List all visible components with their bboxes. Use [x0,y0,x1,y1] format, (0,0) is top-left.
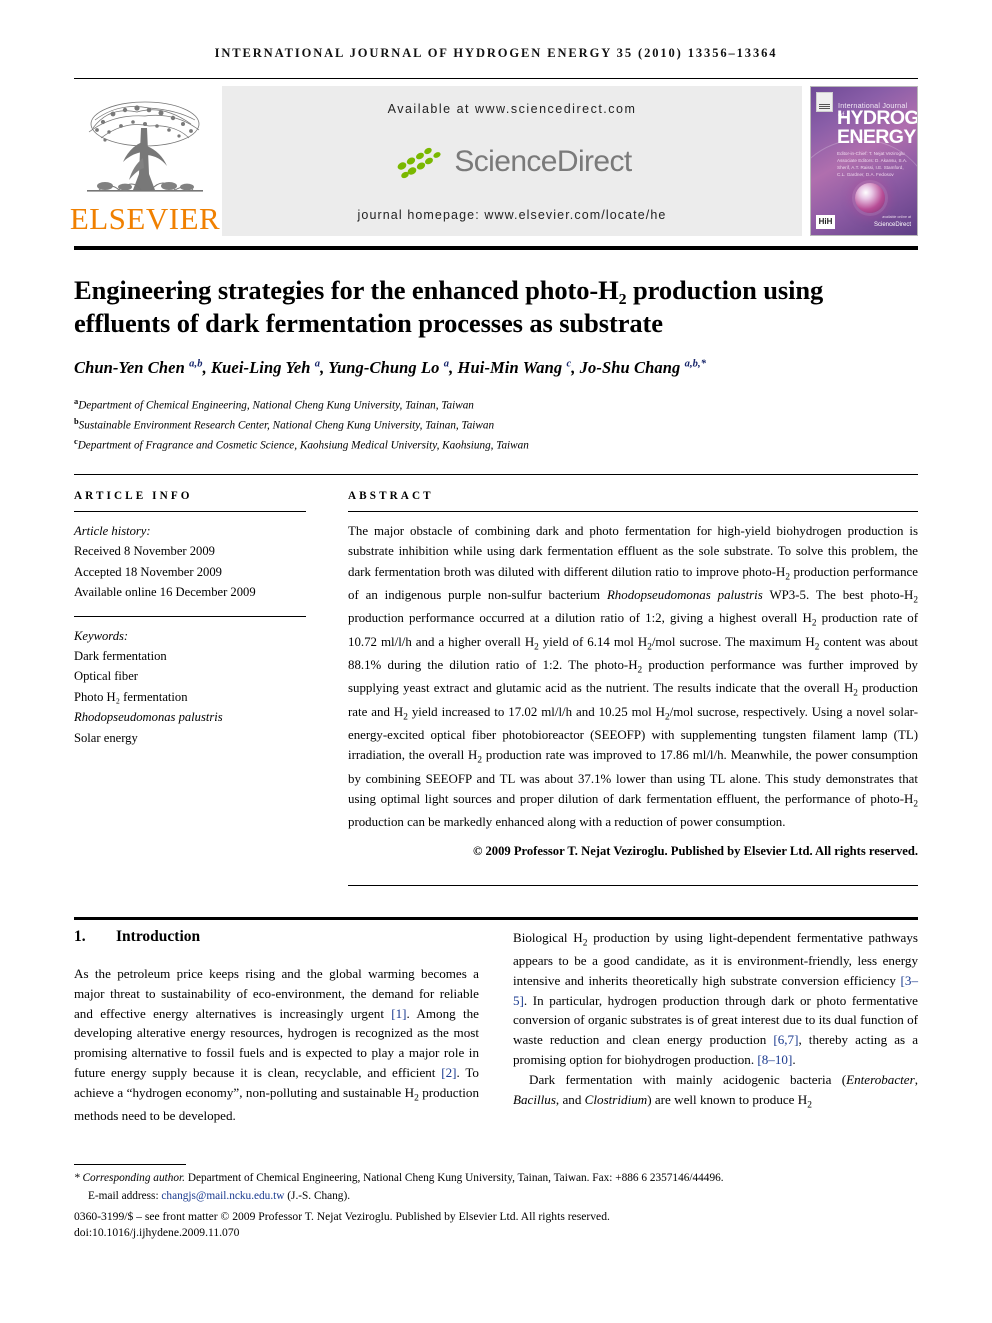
sciencedirect-wordmark: ScienceDirect [454,145,632,178]
abstract-divider [348,511,918,512]
article-history: Article history: Received 8 November 200… [74,521,306,603]
article-page: international journal of hydrogen energy… [0,0,992,1323]
masthead: ELSEVIER Available at www.sciencedirect.… [70,86,918,236]
page-title: Engineering strategies for the enhanced … [74,274,824,338]
cover-editors: Editor-in-Chief: T. Nejat Veziroglu Asso… [837,151,908,177]
cover-sciencedirect-caption: available online at [882,215,911,219]
article-info-divider [74,511,306,512]
running-head: international journal of hydrogen energy… [214,46,778,60]
keywords-label: Keywords: [74,628,129,643]
issn-line: 0360-3199/$ – see front matter © 2009 Pr… [74,1209,610,1223]
affiliation-list: aDepartment of Chemical Engineering, Nat… [74,395,918,455]
section-number: 1. [74,928,86,945]
email-label: E-mail address: [88,1190,159,1203]
article-info-heading: ARTICLE INFO [74,490,193,502]
journal-cover-thumbnail: International Journal of HYDROGEN ENERGY… [810,86,918,236]
keyword-item: Optical fiber [74,669,138,684]
section-title: Introduction [116,928,201,945]
keywords-list: Keywords: Dark fermentation Optical fibe… [74,626,306,748]
keywords-divider [74,615,306,617]
cover-line-hydrogen: HYDROGEN [837,107,918,129]
body-columns: 1. Introduction As the petroleum price k… [74,928,918,1126]
keyword-item: Dark fermentation [74,648,167,663]
cover-line-energy: ENERGY [837,126,916,148]
abstract-heading: ABSTRACT [348,490,434,502]
email-note: E-mail address: changjs@mail.ncku.edu.tw… [74,1188,918,1204]
email-link[interactable]: changjs@mail.ncku.edu.tw [161,1190,284,1202]
journal-homepage-text[interactable]: journal homepage: www.elsevier.com/locat… [358,208,667,222]
abstract-copyright: © 2009 Professor T. Nejat Veziroglu. Pub… [472,843,918,858]
cover-hih-logo: HiH [816,215,835,229]
abstract-text: The major obstacle of combining dark and… [348,524,919,830]
footnote-rule [74,1164,186,1165]
affiliation-text: Sustainable Environment Research Center,… [78,419,495,432]
cover-sciencedirect-mark: ScienceDirect [873,222,911,228]
affiliation-text: Department of Fragrance and Cosmetic Sci… [77,439,529,452]
corresponding-author-note: * Corresponding author. Department of Ch… [74,1172,724,1184]
sciencedirect-logo[interactable]: ScienceDirect [392,142,632,182]
affiliation-item: bSustainable Environment Research Center… [74,415,918,435]
cover-elsevier-mark [816,92,833,112]
sciencedirect-banner: Available at www.sciencedirect.com Scien… [222,86,802,236]
abstract-column: ABSTRACT The major obstacle of combining… [348,490,918,859]
section-heading: 1. Introduction [74,928,479,946]
affiliation-item: cDepartment of Fragrance and Cosmetic Sc… [74,435,918,455]
body-column-right: Biological H2 production by using light-… [513,928,918,1126]
abstract-section-rule [74,474,918,475]
keyword-item: Rhodopseudomonas palustris [74,710,223,725]
body-rule [74,917,918,920]
elsevier-tree-icon [87,101,203,192]
affiliation-item: aDepartment of Chemical Engineering, Nat… [74,395,918,415]
article-history-label: Article history: [74,524,151,538]
elsevier-logo[interactable]: ELSEVIER [70,86,220,236]
title-rule [74,246,918,250]
intro-paragraph-left: As the petroleum price keeps rising and … [74,966,479,1123]
affiliation-text: Department of Chemical Engineering, Nati… [78,399,474,412]
intro-paragraph-right-2: Dark fermentation with mainly acidogenic… [513,1071,918,1111]
history-item: Accepted 18 November 2009 [74,564,222,579]
available-at-text: Available at www.sciencedirect.com [387,102,637,116]
author-list: Chun-Yen Chen a,b, Kuei-Ling Yeh a, Yung… [74,358,707,377]
cover-sphere-graphic [855,183,885,213]
footnote-block: * Corresponding author. Department of Ch… [74,1170,918,1242]
keyword-item: Photo H₂ fermentation [74,689,188,704]
keyword-item: Solar energy [74,730,138,745]
elsevier-wordmark: ELSEVIER [69,201,221,236]
header-rule [74,78,918,79]
abstract-end-rule [348,885,918,886]
body-column-left: 1. Introduction As the petroleum price k… [74,928,479,1126]
sciencedirect-leaves-icon [397,147,441,179]
intro-paragraph-right-1: Biological H2 production by using light-… [513,930,919,1068]
history-item: Available online 16 December 2009 [74,585,256,600]
history-item: Received 8 November 2009 [74,544,215,559]
article-info-column: ARTICLE INFO Article history: Received 8… [74,490,306,748]
email-suffix: (J.-S. Chang). [287,1190,351,1203]
doi-line: doi:10.1016/j.ijhydene.2009.11.070 [74,1226,240,1240]
